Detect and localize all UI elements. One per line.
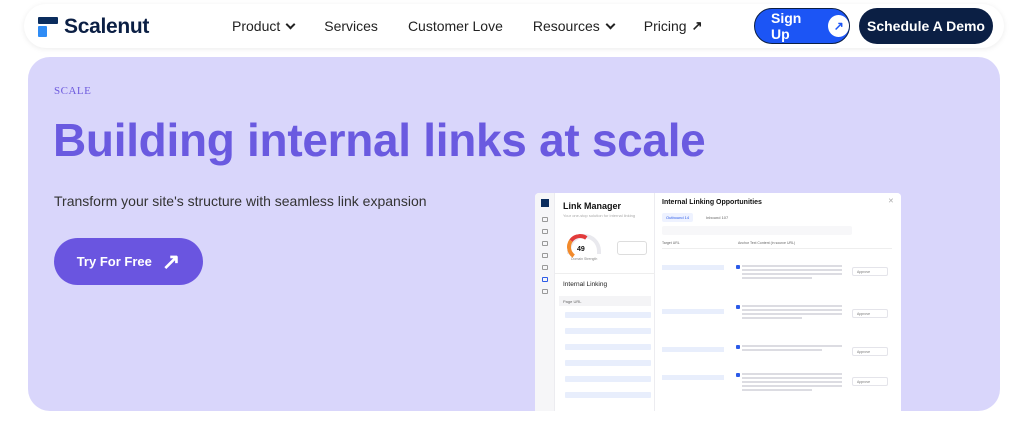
arrow-up-right-icon: ↗ bbox=[161, 248, 181, 274]
anchor-text bbox=[742, 305, 842, 321]
stat-pill bbox=[617, 241, 647, 255]
try-for-free-label: Try For Free bbox=[76, 254, 152, 269]
target-url-link[interactable] bbox=[662, 265, 724, 270]
link-manager-panel: Link Manager Your one-stop solution for … bbox=[555, 193, 655, 411]
rail-icon bbox=[542, 265, 548, 270]
chevron-down-icon bbox=[605, 19, 616, 29]
brand-name: Scalenut bbox=[64, 15, 150, 38]
rail-icon bbox=[542, 253, 548, 258]
rail-icon bbox=[542, 289, 548, 294]
anchor-text bbox=[742, 373, 842, 393]
gauge-value: 49 bbox=[577, 246, 585, 253]
col-target-url: Target URL bbox=[662, 241, 680, 245]
nav-item-resources[interactable]: Resources bbox=[532, 18, 616, 34]
hero-section: SCALE Building internal links at scale T… bbox=[28, 57, 1000, 411]
hero-title: Building internal links at scale bbox=[53, 114, 706, 166]
nav-item-product[interactable]: Product bbox=[232, 18, 296, 34]
col-anchor-text: Anchor Text Content (in source URL) bbox=[738, 241, 796, 245]
app-sidebar-rail bbox=[535, 193, 555, 411]
nav-item-customer-love[interactable]: Customer Love bbox=[408, 18, 503, 34]
checkbox[interactable] bbox=[736, 345, 740, 349]
page-url-link[interactable] bbox=[565, 376, 651, 382]
approve-button[interactable]: Approve bbox=[852, 267, 888, 276]
gauge-label: Domain Strength bbox=[571, 257, 598, 261]
table-header: Target URL Anchor Text Content (in sourc… bbox=[662, 241, 892, 249]
checkbox[interactable] bbox=[736, 265, 740, 269]
nav-item-label: Product bbox=[232, 18, 281, 34]
close-icon[interactable]: ✕ bbox=[888, 197, 894, 205]
nav-item-label: Services bbox=[324, 18, 378, 34]
app-logo-icon bbox=[541, 199, 549, 207]
nav-links: Product Services Customer Love Resources… bbox=[232, 4, 733, 48]
product-screenshot: Link Manager Your one-stop solution for … bbox=[535, 193, 901, 411]
chevron-down-icon bbox=[285, 19, 296, 29]
page-url-link[interactable] bbox=[565, 360, 651, 366]
target-url-link[interactable] bbox=[662, 347, 724, 352]
checkbox[interactable] bbox=[736, 305, 740, 309]
page-url-link[interactable] bbox=[565, 328, 651, 334]
anchor-text bbox=[742, 265, 842, 281]
schedule-demo-button[interactable]: Schedule A Demo bbox=[859, 8, 993, 44]
brand-logo[interactable]: Scalenut bbox=[38, 15, 149, 39]
panel-title: Internal Linking Opportunities bbox=[662, 199, 762, 206]
arrow-up-right-icon: ↗ bbox=[691, 18, 703, 33]
tab-inbound[interactable]: Inbound 107 bbox=[702, 213, 732, 222]
anchor-text bbox=[742, 345, 842, 353]
hero-subtitle: Transform your site's structure with sea… bbox=[54, 193, 427, 209]
nav-item-label: Pricing bbox=[643, 18, 687, 34]
top-navbar: Scalenut Product Services Customer Love … bbox=[24, 4, 1004, 48]
arrow-up-right-icon: ↗ bbox=[828, 15, 849, 37]
internal-linking-opportunities-panel: Internal Linking Opportunities ✕ Outboun… bbox=[656, 193, 901, 411]
internal-linking-section: Internal Linking Page URL bbox=[555, 273, 655, 411]
rail-icon bbox=[542, 217, 548, 222]
sign-up-button[interactable]: Sign Up ↗ bbox=[754, 8, 850, 44]
link-icon bbox=[542, 277, 548, 282]
nav-item-label: Customer Love bbox=[407, 18, 503, 34]
approve-button[interactable]: Approve bbox=[852, 347, 888, 356]
tab-outbound[interactable]: Outbound 14 bbox=[662, 213, 694, 222]
page-url-link[interactable] bbox=[565, 392, 651, 398]
hero-eyebrow: SCALE bbox=[54, 85, 92, 97]
page-url-link[interactable] bbox=[565, 344, 651, 350]
target-url-link[interactable] bbox=[662, 309, 724, 314]
target-url-link[interactable] bbox=[662, 375, 724, 380]
checkbox[interactable] bbox=[736, 373, 740, 377]
try-for-free-button[interactable]: Try For Free ↗ bbox=[54, 238, 203, 285]
page-url-link[interactable] bbox=[565, 312, 651, 318]
section-title: Internal Linking bbox=[563, 281, 608, 288]
nav-item-label: Resources bbox=[532, 18, 600, 34]
info-note bbox=[662, 226, 852, 235]
rail-icon bbox=[542, 241, 548, 246]
page-url-header: Page URL bbox=[559, 296, 651, 306]
scalenut-logo-icon bbox=[38, 17, 58, 37]
approve-button[interactable]: Approve bbox=[852, 377, 888, 386]
nav-item-services[interactable]: Services bbox=[324, 18, 378, 34]
nav-item-pricing[interactable]: Pricing ↗ bbox=[644, 18, 703, 34]
approve-button[interactable]: Approve bbox=[852, 309, 888, 318]
sign-up-label: Sign Up bbox=[771, 10, 802, 42]
rail-icon bbox=[542, 229, 548, 234]
link-manager-title: Link Manager bbox=[563, 201, 622, 211]
link-manager-subtitle: Your one-stop solution for internal link… bbox=[563, 213, 636, 218]
